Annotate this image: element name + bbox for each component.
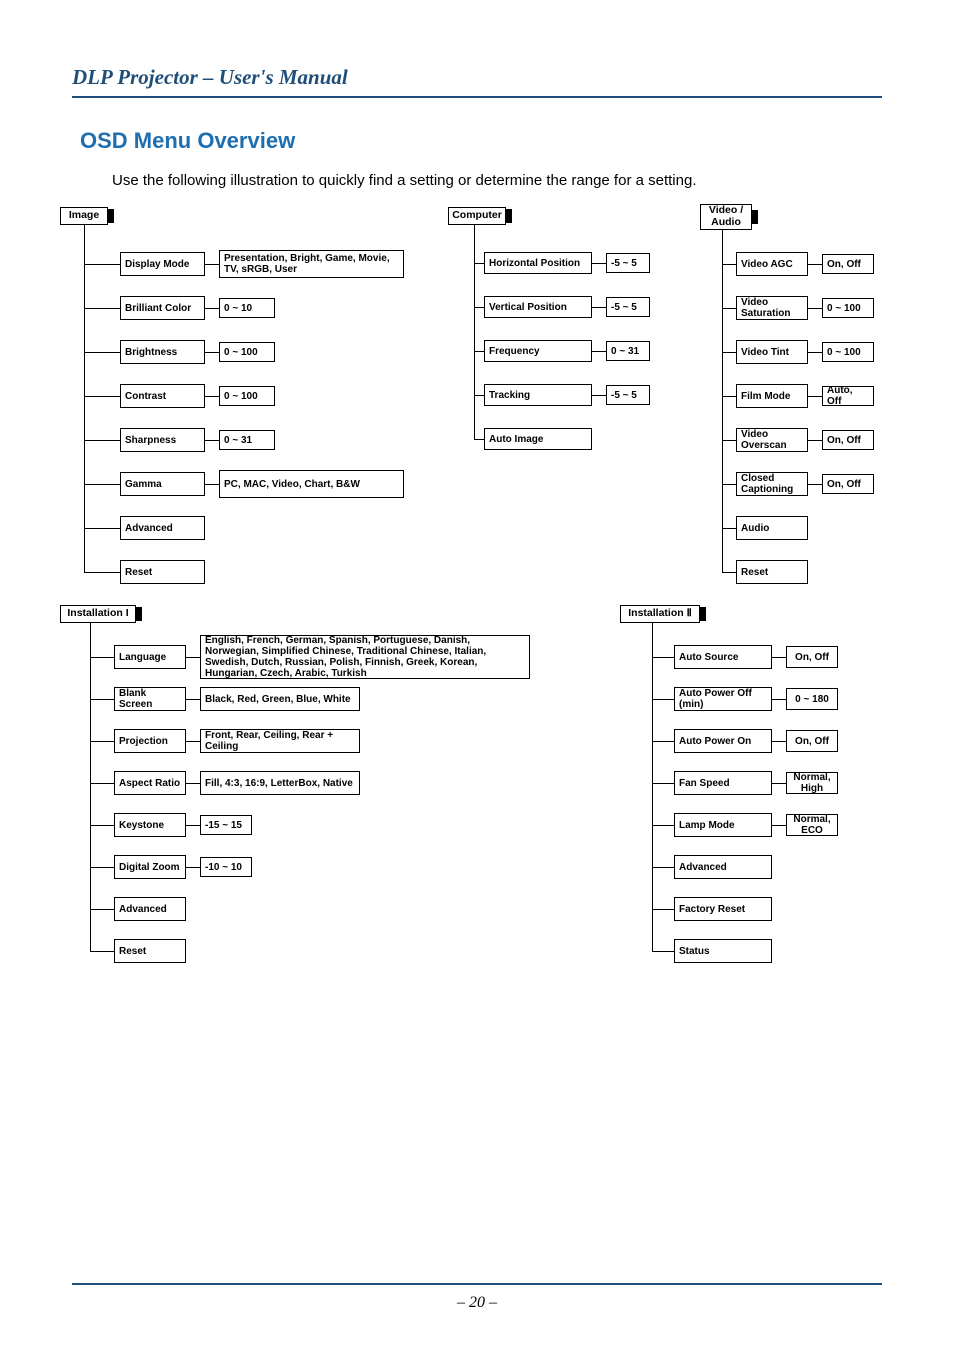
menu-label: Tracking bbox=[484, 384, 592, 406]
menu-value: 0 ~ 10 bbox=[219, 298, 275, 318]
menu-label: Film Mode bbox=[736, 384, 808, 408]
root-video-audio: Video / Audio bbox=[700, 204, 752, 230]
menu-label: Frequency bbox=[484, 340, 592, 362]
menu-value: -10 ~ 10 bbox=[200, 857, 252, 877]
menu-value: -5 ~ 5 bbox=[606, 253, 650, 273]
menu-value: Normal, ECO bbox=[786, 814, 838, 836]
menu-label: Video Tint bbox=[736, 340, 808, 364]
section-title: OSD Menu Overview bbox=[80, 128, 882, 154]
root-install2: Installation Ⅱ bbox=[620, 605, 700, 623]
menu-label: Fan Speed bbox=[674, 771, 772, 795]
header-rule bbox=[72, 96, 882, 98]
footer-rule bbox=[72, 1283, 882, 1285]
menu-value: 0 ~ 100 bbox=[822, 298, 874, 318]
menu-label: Keystone bbox=[114, 813, 186, 837]
menu-value: On, Off bbox=[822, 474, 874, 494]
root-image: Image bbox=[60, 207, 108, 225]
menu-value: PC, MAC, Video, Chart, B&W bbox=[219, 470, 404, 498]
intro-text: Use the following illustration to quickl… bbox=[112, 172, 882, 189]
menu-value: On, Off bbox=[822, 430, 874, 450]
menu-label: Auto Power On bbox=[674, 729, 772, 753]
menu-label: Aspect Ratio bbox=[114, 771, 186, 795]
menu-label: Video Saturation bbox=[736, 296, 808, 320]
menu-label: Brightness bbox=[120, 340, 205, 364]
menu-value: Fill, 4:3, 16:9, LetterBox, Native bbox=[200, 771, 360, 795]
menu-label: Status bbox=[674, 939, 772, 963]
menu-label: Advanced bbox=[114, 897, 186, 921]
menu-value: -5 ~ 5 bbox=[606, 385, 650, 405]
menu-label: Gamma bbox=[120, 472, 205, 496]
menu-label: Reset bbox=[114, 939, 186, 963]
menu-label: Auto Power Off (min) bbox=[674, 687, 772, 711]
menu-label: Auto Source bbox=[674, 645, 772, 669]
menu-label: Projection bbox=[114, 729, 186, 753]
menu-value: Auto, Off bbox=[822, 386, 874, 406]
menu-label: Factory Reset bbox=[674, 897, 772, 921]
header-title: DLP Projector – User's Manual bbox=[72, 65, 882, 90]
menu-label: Brilliant Color bbox=[120, 296, 205, 320]
menu-label: Sharpness bbox=[120, 428, 205, 452]
menu-label: Display Mode bbox=[120, 252, 205, 276]
menu-value: On, Off bbox=[786, 646, 838, 668]
menu-label: Horizontal Position bbox=[484, 252, 592, 274]
osd-menu-diagram: Image Display Mode Presentation, Bright, G… bbox=[60, 207, 880, 1027]
menu-label: Digital Zoom bbox=[114, 855, 186, 879]
menu-label: Video AGC bbox=[736, 252, 808, 276]
menu-label: Blank Screen bbox=[114, 687, 186, 711]
menu-label: Audio bbox=[736, 516, 808, 540]
menu-label: Auto Image bbox=[484, 428, 592, 450]
root-computer: Computer bbox=[448, 207, 506, 225]
menu-label: Closed Captioning bbox=[736, 472, 808, 496]
menu-value: 0 ~ 180 bbox=[786, 688, 838, 710]
page-number: – 20 – bbox=[0, 1294, 954, 1312]
menu-value: -15 ~ 15 bbox=[200, 815, 252, 835]
menu-value: Normal, High bbox=[786, 772, 838, 794]
menu-label: Video Overscan bbox=[736, 428, 808, 452]
menu-value: 0 ~ 100 bbox=[219, 386, 275, 406]
menu-value: Front, Rear, Ceiling, Rear + Ceiling bbox=[200, 729, 360, 753]
menu-value: Black, Red, Green, Blue, White bbox=[200, 687, 360, 711]
menu-value: -5 ~ 5 bbox=[606, 297, 650, 317]
menu-value: On, Off bbox=[822, 254, 874, 274]
menu-label: Lamp Mode bbox=[674, 813, 772, 837]
menu-value: 0 ~ 31 bbox=[606, 341, 650, 361]
menu-label: Advanced bbox=[674, 855, 772, 879]
menu-label: Vertical Position bbox=[484, 296, 592, 318]
root-install1: Installation I bbox=[60, 605, 136, 623]
menu-label: Contrast bbox=[120, 384, 205, 408]
menu-label: Reset bbox=[120, 560, 205, 584]
menu-label: Reset bbox=[736, 560, 808, 584]
menu-value: 0 ~ 31 bbox=[219, 430, 275, 450]
menu-value: 0 ~ 100 bbox=[219, 342, 275, 362]
menu-value: English, French, German, Spanish, Portug… bbox=[200, 635, 530, 679]
menu-value: On, Off bbox=[786, 730, 838, 752]
menu-value: Presentation, Bright, Game, Movie, TV, s… bbox=[219, 250, 404, 278]
menu-label: Language bbox=[114, 645, 186, 669]
menu-label: Advanced bbox=[120, 516, 205, 540]
menu-value: 0 ~ 100 bbox=[822, 342, 874, 362]
